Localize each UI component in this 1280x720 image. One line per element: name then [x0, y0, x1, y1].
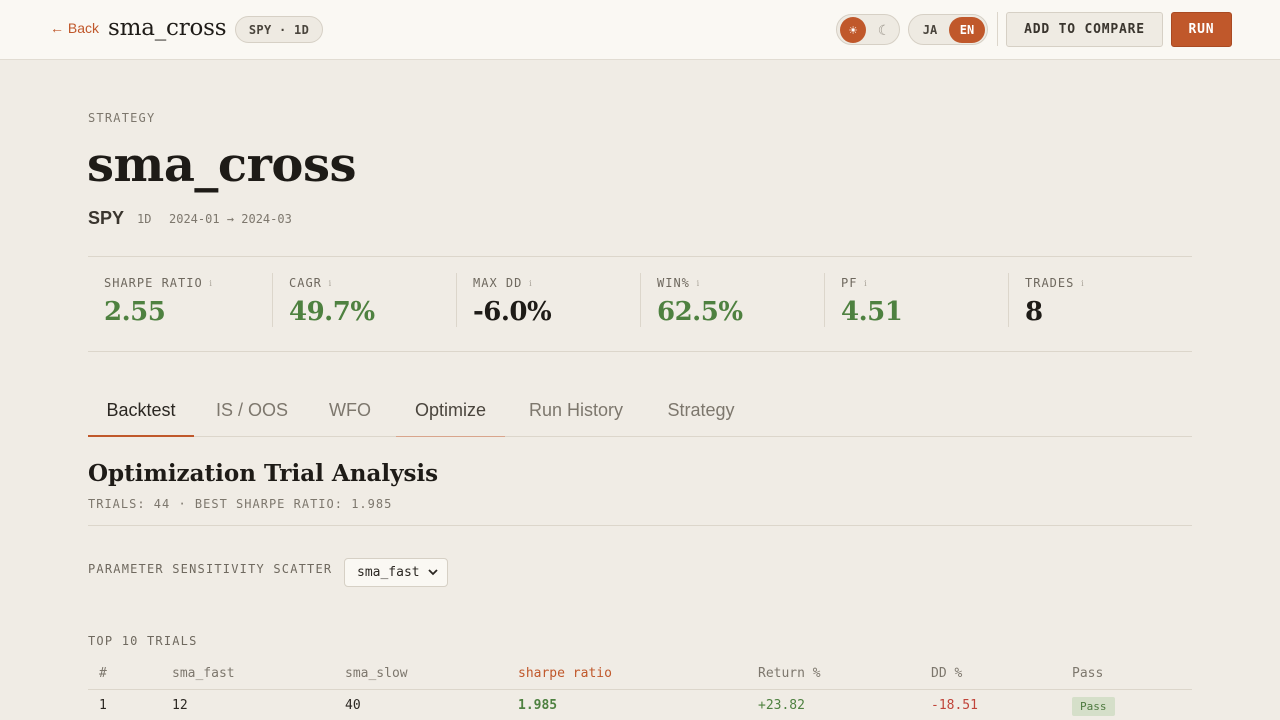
moon-icon[interactable]: ☾	[873, 20, 895, 40]
metric-label: SHARPE RATIO	[104, 276, 203, 290]
top-trials-label: TOP 10 TRIALS	[88, 634, 198, 648]
metric-label: CAGR	[289, 276, 322, 290]
trials-table: # sma_fast sma_slow sharpe ratio Return …	[88, 658, 1192, 720]
metric-max-dd: MAX DD i -6.0%	[456, 273, 640, 327]
topbar-divider	[997, 12, 998, 46]
section-divider	[88, 525, 1192, 526]
back-link[interactable]: ← Back	[50, 20, 99, 36]
col-pass[interactable]: Pass	[1072, 666, 1103, 681]
meta-timeframe: 1D	[137, 212, 152, 226]
top-bar: ← Back sma_cross SPY · 1D ☀ ☾ JA EN ADD …	[0, 0, 1280, 60]
chevron-down-icon	[428, 569, 438, 576]
col-rank[interactable]: #	[99, 666, 107, 681]
language-toggle[interactable]: JA EN	[908, 14, 988, 45]
run-button[interactable]: RUN	[1171, 12, 1232, 47]
cell-sma-slow: 40	[345, 698, 361, 713]
metric-sharpe-ratio: SHARPE RATIO i 2.55	[88, 273, 272, 327]
cell-sma-fast: 12	[172, 698, 188, 713]
metric-label: PF	[841, 276, 858, 290]
col-return[interactable]: Return %	[758, 666, 821, 681]
meta-symbol: SPY	[88, 208, 125, 228]
info-icon[interactable]: i	[206, 279, 217, 290]
metric-label: TRADES	[1025, 276, 1075, 290]
tab-bar: Backtest IS / OOS WFO Optimize Run Histo…	[88, 388, 1192, 437]
scatter-label: PARAMETER SENSITIVITY SCATTER	[88, 562, 333, 576]
app-title: sma_cross	[108, 15, 227, 41]
table-header: # sma_fast sma_slow sharpe ratio Return …	[88, 658, 1192, 690]
tab-optimize[interactable]: Optimize	[396, 388, 505, 437]
scatter-param-select[interactable]: sma_fast	[344, 558, 448, 587]
info-icon[interactable]: i	[325, 279, 336, 290]
strategy-title: sma_cross	[87, 137, 357, 193]
metric-win-rate: WIN% i 62.5%	[640, 273, 824, 327]
lang-option-en[interactable]: EN	[949, 17, 985, 43]
tab-backtest[interactable]: Backtest	[88, 388, 194, 437]
cell-sharpe: 1.985	[518, 698, 558, 713]
info-icon[interactable]: i	[860, 279, 871, 290]
meta-date-range: 2024-01 → 2024-03	[169, 212, 292, 226]
select-value: sma_fast	[357, 565, 420, 580]
add-to-compare-button[interactable]: ADD TO COMPARE	[1006, 12, 1163, 47]
metrics-panel: SHARPE RATIO i 2.55 CAGR i 49.7% MAX DD i -…	[88, 256, 1192, 352]
metric-value: 4.51	[841, 297, 903, 327]
metric-trades: TRADES i 8	[1008, 273, 1192, 327]
metric-profit-factor: PF i 4.51	[824, 273, 1008, 327]
table-row[interactable]: 1 12 40 1.985 +23.82 -18.51 Pass	[88, 690, 1192, 720]
metric-value: 62.5%	[657, 297, 743, 327]
tab-strategy[interactable]: Strategy	[654, 388, 748, 437]
col-dd[interactable]: DD %	[931, 666, 962, 681]
symbol-timeframe-badge: SPY · 1D	[235, 16, 323, 43]
section-subtitle: TRIALS: 44 · BEST SHARPE RATIO: 1.985	[88, 497, 393, 511]
sun-icon[interactable]: ☀	[840, 17, 866, 43]
cell-return: +23.82	[758, 698, 805, 713]
tab-run-history[interactable]: Run History	[518, 388, 634, 437]
section-title: Optimization Trial Analysis	[88, 460, 439, 487]
metric-value: 49.7%	[289, 297, 375, 327]
pass-badge: Pass	[1072, 697, 1115, 716]
col-sharpe-ratio[interactable]: sharpe ratio	[518, 666, 612, 681]
metric-value: 2.55	[104, 297, 166, 327]
metric-label: WIN%	[657, 276, 690, 290]
cell-rank: 1	[99, 698, 107, 713]
info-icon[interactable]: i	[525, 279, 536, 290]
tab-wfo[interactable]: WFO	[316, 388, 384, 437]
metric-cagr: CAGR i 49.7%	[272, 273, 456, 327]
metric-label: MAX DD	[473, 276, 523, 290]
info-icon[interactable]: i	[1077, 279, 1088, 290]
col-sma-fast[interactable]: sma_fast	[172, 666, 235, 681]
tab-is-oos[interactable]: IS / OOS	[202, 388, 302, 437]
metric-value: 8	[1025, 297, 1043, 327]
cell-dd: -18.51	[931, 698, 978, 713]
theme-toggle[interactable]: ☀ ☾	[836, 14, 900, 45]
info-icon[interactable]: i	[693, 279, 704, 290]
strategy-eyebrow: STRATEGY	[88, 111, 156, 125]
lang-option-ja[interactable]: JA	[915, 20, 945, 40]
metric-value: -6.0%	[473, 297, 552, 327]
col-sma-slow[interactable]: sma_slow	[345, 666, 408, 681]
